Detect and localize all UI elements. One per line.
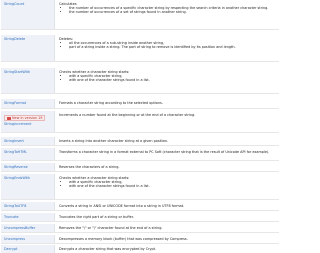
function-link-truncate[interactable]: Truncate [4, 215, 51, 219]
description-text: Removes the "\" or "\" character found a… [59, 225, 163, 230]
function-name-cell: StringToUTF8 [1, 202, 55, 210]
description-cell: Inserts a string into another character … [57, 137, 279, 145]
description-cell: Formats a character string according to … [57, 99, 279, 108]
description-cell: Reverses the characters of a string. [57, 163, 279, 171]
function-link-stringformat[interactable]: StringFormat [4, 101, 51, 105]
badge-label: New in version 19 [12, 116, 43, 120]
function-link-stringtohtml[interactable]: StringToHTML [4, 150, 51, 154]
table-row: StringDelete Deletes: all the occurrence… [1, 35, 279, 62]
table-row: New in version 19 StringIncrement Increm… [1, 111, 279, 133]
description-text: Decompresses a memory block (buffer) tha… [59, 236, 188, 241]
table-row: StringReverse Reverses the characters of… [1, 163, 279, 172]
description-bullets: with a specific character string, with o… [59, 74, 277, 83]
description-bullets: with a specific character string, with o… [59, 180, 277, 189]
description-cell: Calculates the number of occurrences of … [57, 0, 279, 29]
function-name-cell: StringToHTML [1, 148, 55, 160]
function-name-cell: New in version 19 StringIncrement [1, 111, 55, 132]
description-text: Decrypts a character string that was enc… [59, 246, 157, 251]
description-cell: Decrypts a character string that was enc… [57, 245, 279, 253]
description-bullets: all the occurrences of a sub-string insi… [59, 41, 277, 50]
new-badge-icon [7, 116, 11, 120]
description-bullets: the number of occurrences of a specific … [59, 6, 277, 15]
function-link-stringreverse[interactable]: StringReverse [4, 165, 51, 169]
function-name-cell: StringFormat [1, 99, 55, 108]
description-cell: Checks whether a character string starts… [57, 174, 279, 199]
description-cell: Converts a string in ANSI or UNICODE for… [57, 202, 279, 210]
description-text: Transforms a character string in a forma… [59, 149, 270, 154]
table-row: StringFormat Formats a character string … [1, 99, 279, 109]
function-name-cell: Truncate [1, 213, 55, 221]
description-text: Truncates the right part of a string or … [59, 214, 134, 219]
function-name-cell: StringStartWith [1, 68, 55, 93]
function-name-cell: StringDelete [1, 35, 55, 61]
function-name-cell: UncompressBuffer [1, 224, 55, 232]
description-cell: Increments a number found at the beginni… [57, 111, 279, 132]
description-text: Converts a string in ANSI or UNICODE for… [59, 203, 185, 208]
table-row: StringInsert Inserts a string into anoth… [1, 137, 279, 146]
function-link-stringinsert[interactable]: StringInsert [4, 139, 51, 143]
table-row: UncompressBuffer Removes the "\" or "\" … [1, 224, 279, 233]
new-version-badge: New in version 19 [4, 115, 46, 122]
description-text: Reverses the characters of a string. [59, 164, 120, 169]
table-row: StringToHTML Transforms a character stri… [1, 148, 279, 161]
function-link-uncompressbuffer[interactable]: UncompressBuffer [4, 226, 51, 230]
function-reference-table: StringCount Calculates the number of occ… [1, 0, 279, 253]
function-name-cell: Uncompress [1, 235, 55, 243]
description-cell: Deletes: all the occurrences of a sub-st… [57, 35, 279, 61]
table-row: Uncompress Decompresses a memory block (… [1, 235, 279, 244]
bullet-item: with one of the character strings found … [69, 78, 277, 82]
function-link-stringendswith[interactable]: StringEndsWith [4, 176, 51, 180]
function-name-cell: Decrypt [1, 245, 55, 253]
description-cell: Removes the "\" or "\" character found a… [57, 224, 279, 232]
bullet-item: with one of the character strings found … [69, 184, 277, 188]
description-cell: Truncates the right part of a string or … [57, 213, 279, 221]
function-link-stringstartwith[interactable]: StringStartWith [4, 70, 51, 74]
function-name-cell: StringReverse [1, 163, 55, 171]
bullet-item: the number of occurrences of a set of st… [69, 10, 277, 14]
bullet-item: part of a string inside a string. The pa… [69, 45, 277, 49]
description-text: Formats a character string according to … [59, 100, 163, 105]
function-link-stringincrement[interactable]: StringIncrement [4, 122, 51, 126]
description-cell: Decompresses a memory block (buffer) tha… [57, 235, 279, 243]
table-row: StringEndsWith Checks whether a characte… [1, 174, 279, 200]
function-name-cell: StringInsert [1, 137, 55, 145]
description-cell: Checks whether a character string starts… [57, 68, 279, 93]
description-text: Increments a number found at the beginni… [59, 112, 196, 117]
function-name-cell: StringEndsWith [1, 174, 55, 199]
table-row: StringCount Calculates the number of occ… [1, 0, 279, 30]
description-cell: Transforms a character string in a forma… [57, 148, 279, 160]
function-link-stringcount[interactable]: StringCount [4, 2, 51, 6]
function-link-decrypt[interactable]: Decrypt [4, 247, 51, 251]
table-row: Truncate Truncates the right part of a s… [1, 213, 279, 222]
function-link-uncompress[interactable]: Uncompress [4, 237, 51, 241]
table-row: StringToUTF8 Converts a string in ANSI o… [1, 202, 279, 211]
function-link-stringtoutf8[interactable]: StringToUTF8 [4, 204, 51, 208]
description-text: Inserts a string into another character … [59, 138, 169, 143]
function-name-cell: StringCount [1, 0, 55, 29]
table-row: StringStartWith Checks whether a charact… [1, 68, 279, 94]
function-link-stringdelete[interactable]: StringDelete [4, 37, 51, 41]
table-row: Decrypt Decrypts a character string that… [1, 245, 279, 253]
